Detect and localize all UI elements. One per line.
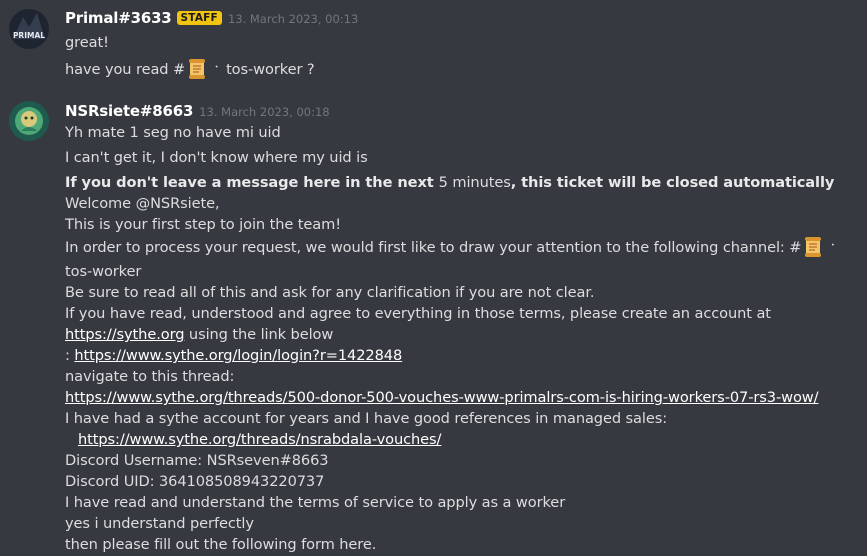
message-header: NSRsiete#8663 13. March 2023, 00:18 (65, 101, 330, 120)
avatar[interactable]: PRIMAL (9, 9, 49, 49)
sythe-link[interactable]: https://sythe.org (65, 326, 184, 343)
nsrsiete-avatar-icon (9, 101, 49, 141)
staff-badge: STAFF (176, 11, 222, 25)
scroll-emoji-icon (187, 58, 207, 86)
first-step-text: This is your first step to join the team… (65, 216, 341, 233)
yes-text: yes i understand perfectly (65, 515, 254, 532)
message-text: Yh mate 1 seg no have mi uid (65, 124, 281, 141)
channel-mention[interactable]: # ・ tos-worker (173, 59, 303, 79)
navigate-text: navigate to this thread: (65, 368, 235, 385)
had-account-text: I have had a sythe account for years and… (65, 410, 668, 427)
timestamp[interactable]: 13. March 2023, 00:13 (228, 12, 358, 26)
primal-avatar-icon: PRIMAL (9, 9, 49, 49)
username[interactable]: NSRsiete#8663 (65, 102, 193, 120)
login-link-line: : https://www.sythe.org/login/login?r=14… (65, 346, 402, 366)
sythe-link-line: https://sythe.org using the link below (65, 325, 333, 345)
read-terms-text: I have read and understand the terms of … (65, 494, 566, 511)
discord-uid-text: Discord UID: 364108508943220737 (65, 473, 325, 490)
message-text: have you read # ・ tos-worker ? (65, 58, 315, 86)
thread-link[interactable]: https://www.sythe.org/threads/500-donor-… (65, 389, 819, 406)
text-segment: using the link below (184, 326, 334, 343)
login-link[interactable]: https://www.sythe.org/login/login?r=1422… (74, 347, 402, 364)
message-text: I can't get it, I don't know where my ui… (65, 149, 368, 166)
warning-bold: , this ticket will be closed automatical… (510, 174, 835, 191)
discord-username-text: Discord Username: NSRseven#8663 (65, 452, 329, 469)
channel-name[interactable]: tos-worker (65, 262, 141, 282)
message-header: Primal#3633 STAFF 13. March 2023, 00:13 (65, 8, 358, 27)
agree-text: If you have read, understood and agree t… (65, 305, 771, 322)
channel-mention[interactable]: # ・ (789, 237, 842, 257)
text-segment: ? (302, 61, 315, 78)
process-text: In order to process your request, we wou… (65, 236, 842, 264)
scroll-emoji-icon (803, 236, 823, 264)
username[interactable]: Primal#3633 (65, 9, 172, 27)
text-segment: have you read (65, 61, 174, 78)
avatar-logo-text: PRIMAL (13, 31, 45, 40)
text-segment: In order to process your request, we wou… (65, 239, 790, 256)
ticket-warning: If you don't leave a message here in the… (65, 173, 834, 193)
vouches-link-line: https://www.sythe.org/threads/nsrabdala-… (78, 430, 441, 450)
hash-symbol: # (173, 61, 186, 78)
warning-bold: If you don't leave a message here in the… (65, 174, 439, 191)
vouches-link[interactable]: https://www.sythe.org/threads/nsrabdala-… (78, 431, 441, 448)
text-segment: : (65, 347, 75, 364)
welcome-text: Welcome @NSRsiete, (65, 195, 220, 212)
message-text: great! (65, 34, 109, 51)
avatar[interactable] (9, 101, 49, 141)
channel-name: tos-worker (226, 61, 303, 78)
warning-time: 5 minutes (438, 174, 511, 191)
thread-link-line: https://www.sythe.org/threads/500-donor-… (65, 388, 819, 408)
read-all-text: Be sure to read all of this and ask for … (65, 284, 595, 301)
timestamp[interactable]: 13. March 2023, 00:18 (199, 105, 329, 119)
fill-form-text: then please fill out the following form … (65, 536, 377, 553)
hash-symbol: # (789, 239, 802, 256)
